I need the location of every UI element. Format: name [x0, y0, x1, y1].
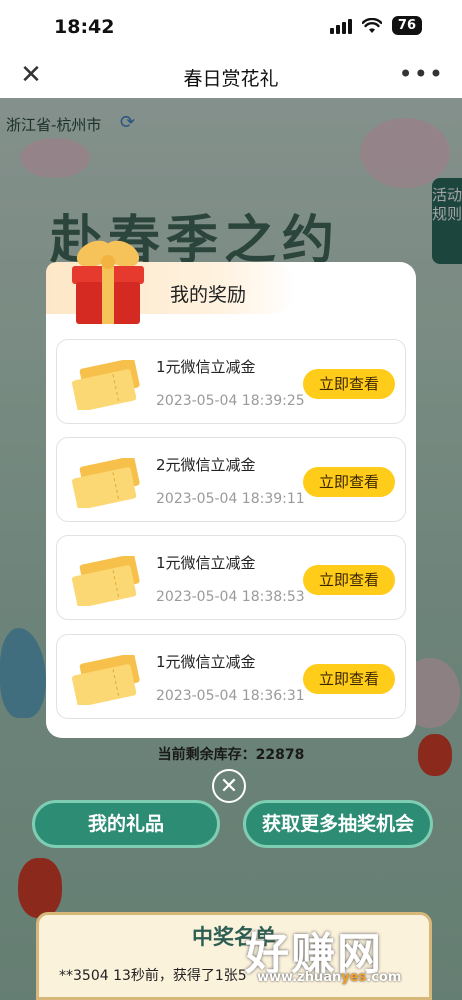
- status-time: 18:42: [54, 16, 115, 38]
- modal-close-icon[interactable]: ✕: [212, 769, 246, 803]
- reward-time: 2023-05-04 18:39:25: [156, 393, 305, 409]
- reward-name: 2元微信立减金: [156, 456, 256, 474]
- more-chances-button[interactable]: 获取更多抽奖机会: [243, 800, 433, 848]
- status-icons: 76: [329, 16, 422, 35]
- view-now-button[interactable]: 立即查看: [303, 467, 395, 497]
- rewards-modal: 我的奖励 1元微信立减金 2023-05-04 18:39:25 立即查看 2元…: [46, 240, 416, 738]
- reward-name: 1元微信立减金: [156, 653, 256, 671]
- watermark: 好赚网 www.zhuanyes.com: [245, 918, 401, 985]
- reward-card: 1元微信立减金 2023-05-04 18:38:53 立即查看: [56, 535, 406, 620]
- wifi-icon: [361, 17, 382, 33]
- coupon-icon: [71, 458, 140, 508]
- more-icon[interactable]: •••: [399, 60, 444, 88]
- reward-card: 1元微信立减金 2023-05-04 18:39:25 立即查看: [56, 339, 406, 424]
- gift-box-icon: [72, 240, 144, 324]
- status-bar: 18:42 76: [0, 0, 462, 56]
- reward-name: 1元微信立减金: [156, 554, 256, 572]
- reward-name: 1元微信立减金: [156, 358, 256, 376]
- signal-icon: [329, 18, 352, 34]
- reward-card: 1元微信立减金 2023-05-04 18:36:31 立即查看: [56, 634, 406, 719]
- reward-time: 2023-05-04 18:36:31: [156, 688, 305, 704]
- modal-title: 我的奖励: [170, 284, 247, 306]
- stock-counter: 当前剩余库存：22878: [157, 747, 305, 763]
- coupon-icon: [71, 360, 140, 410]
- coupon-icon: [71, 655, 140, 705]
- reward-time: 2023-05-04 18:39:11: [156, 491, 305, 507]
- reward-card: 2元微信立减金 2023-05-04 18:39:11 立即查看: [56, 437, 406, 522]
- nav-bar: ✕ 春日赏花礼 •••: [0, 56, 462, 98]
- watermark-domain: www.zhuanyes.com: [257, 970, 402, 985]
- view-now-button[interactable]: 立即查看: [303, 369, 395, 399]
- page-title: 春日赏花礼: [183, 68, 279, 90]
- my-gifts-button[interactable]: 我的礼品: [32, 800, 220, 848]
- view-now-button[interactable]: 立即查看: [303, 664, 395, 694]
- view-now-button[interactable]: 立即查看: [303, 565, 395, 595]
- reward-time: 2023-05-04 18:38:53: [156, 589, 305, 605]
- battery-indicator: 76: [391, 16, 422, 35]
- coupon-icon: [71, 556, 140, 606]
- winners-entry: **3504 13秒前，获得了1张5: [59, 968, 247, 984]
